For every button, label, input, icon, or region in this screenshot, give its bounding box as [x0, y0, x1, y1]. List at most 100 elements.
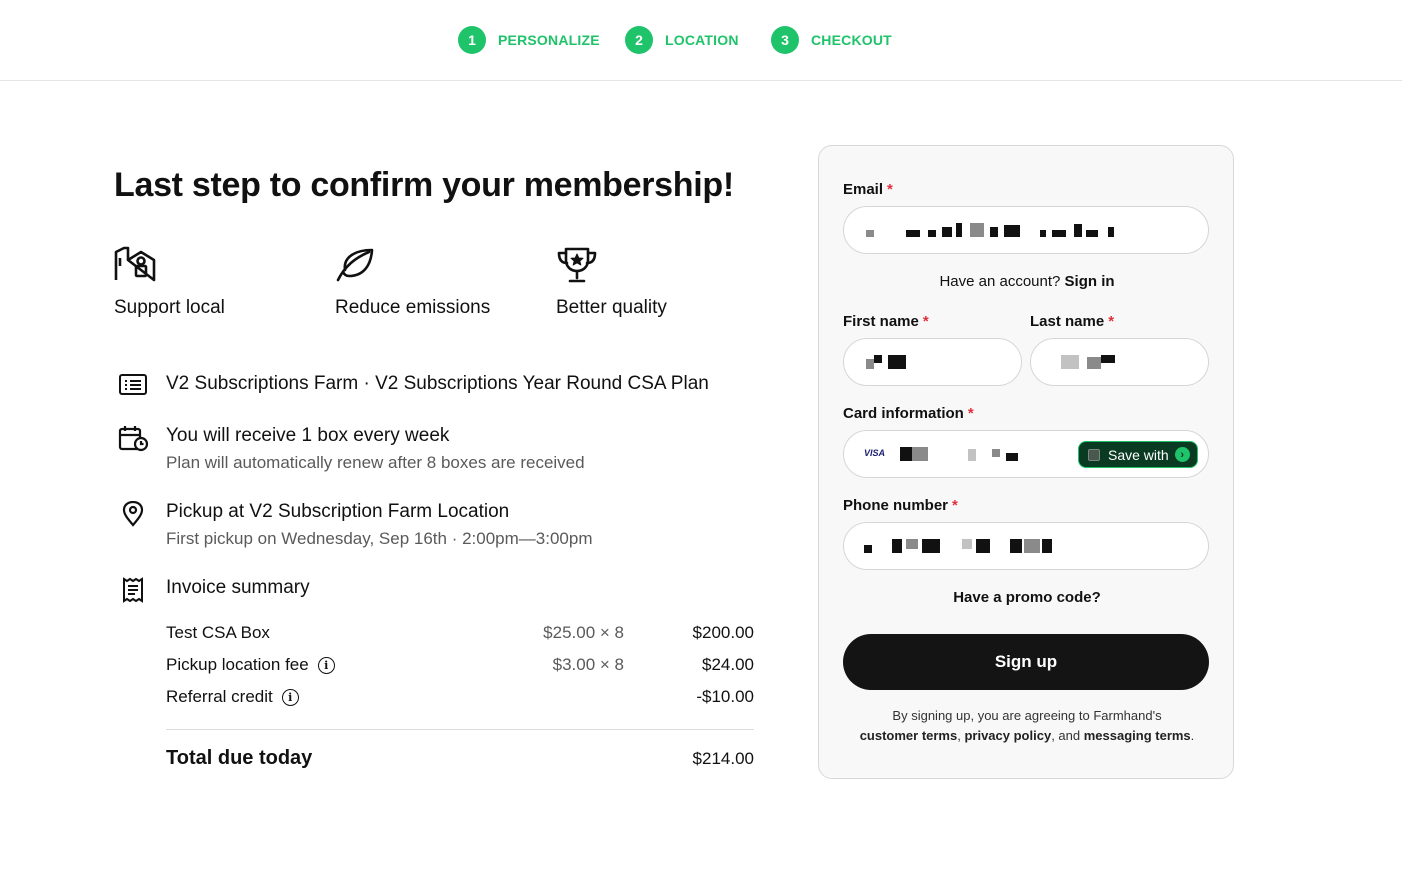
step-location[interactable]: 2 LOCATION: [625, 26, 739, 54]
redacted-text: [1052, 230, 1066, 237]
required-mark: *: [952, 497, 958, 514]
redacted-text: [976, 539, 990, 553]
link-arrow-icon: ›: [1174, 447, 1190, 462]
step-checkout[interactable]: 3 CHECKOUT: [771, 26, 892, 54]
invoice-item-qty: $3.00 × 8: [552, 655, 624, 674]
have-account-label: Have an account?: [939, 273, 1061, 290]
invoice-title: Invoice summary: [166, 577, 310, 598]
receipt-icon: [123, 577, 143, 603]
email-label: Email *: [843, 181, 893, 198]
list-icon: [119, 374, 147, 395]
redacted-text: [874, 355, 882, 363]
invoice-item-name: Test CSA Box: [166, 623, 270, 643]
last-name-label: Last name *: [1030, 313, 1114, 330]
legal-text: By signing up, you are agreeing to Farmh…: [859, 708, 1195, 743]
redacted-text: [1006, 453, 1018, 461]
messaging-terms-link[interactable]: messaging terms: [1084, 728, 1191, 743]
redacted-text: [970, 223, 984, 237]
card-field[interactable]: VISA Save with ›: [843, 430, 1209, 478]
sign-in-link[interactable]: Sign in: [1065, 273, 1115, 290]
redacted-text: [1108, 227, 1114, 237]
invoice-item-total: -$10.00: [696, 687, 754, 706]
redacted-text: [968, 449, 976, 461]
step-label: LOCATION: [665, 32, 739, 48]
location-pin-icon: [122, 501, 144, 527]
calendar-clock-icon: [118, 426, 149, 452]
benefit-support-local: Support local: [114, 246, 225, 319]
redacted-text: [888, 355, 906, 369]
redacted-text: [990, 227, 998, 237]
redacted-text: [962, 539, 972, 549]
required-mark: *: [887, 181, 893, 198]
info-icon[interactable]: i: [281, 688, 299, 706]
first-name-label: First name *: [843, 313, 929, 330]
invoice-item-label: Pickup location fee: [166, 655, 309, 674]
invoice-line: Test CSA Box $25.00 × 8 $200.00: [166, 623, 754, 647]
redacted-text: [1086, 230, 1098, 237]
total-due-value: $214.00: [692, 749, 754, 768]
step-label: PERSONALIZE: [498, 32, 600, 48]
info-icon[interactable]: i: [317, 656, 335, 674]
save-with-label: Save with: [1108, 446, 1169, 463]
customer-terms-link[interactable]: customer terms: [860, 728, 958, 743]
redacted-text: [1074, 224, 1082, 237]
redacted-text: [892, 539, 902, 553]
redacted-text: [1024, 539, 1040, 553]
first-name-field[interactable]: [843, 338, 1022, 386]
redacted-text: [866, 230, 874, 237]
benefit-label: Better quality: [556, 297, 667, 318]
pickup-title: Pickup at V2 Subscription Farm Location: [166, 501, 510, 522]
redacted-text: [906, 230, 920, 237]
redacted-text: [992, 449, 1000, 457]
step-number: 2: [625, 26, 653, 54]
last-name-field[interactable]: [1030, 338, 1209, 386]
signup-card: Email * Have an account? Sign in First na…: [818, 145, 1234, 779]
invoice-item-label: Referral credit: [166, 687, 273, 706]
step-label: CHECKOUT: [811, 32, 892, 48]
trophy-icon: [557, 247, 597, 283]
redacted-text: [1040, 230, 1046, 237]
step-personalize[interactable]: 1 PERSONALIZE: [458, 26, 600, 54]
schedule-subtitle: Plan will automatically renew after 8 bo…: [166, 453, 585, 472]
legal-intro: By signing up, you are agreeing to Farmh…: [892, 708, 1162, 723]
total-due-label: Total due today: [166, 747, 313, 769]
card-label: Card information *: [843, 405, 974, 422]
required-mark: *: [1108, 313, 1115, 330]
redacted-text: [942, 227, 952, 237]
benefit-better-quality: Better quality: [556, 246, 667, 319]
redacted-text: [922, 539, 940, 553]
redacted-text: [1010, 539, 1022, 553]
save-with-link-button[interactable]: Save with ›: [1078, 441, 1198, 468]
phone-field[interactable]: [843, 522, 1209, 570]
redacted-text: [900, 447, 912, 461]
privacy-policy-link[interactable]: privacy policy: [964, 728, 1051, 743]
visa-icon: VISA: [864, 448, 886, 458]
sign-up-button[interactable]: Sign up: [843, 634, 1209, 690]
benefit-label: Support local: [114, 297, 225, 318]
step-number: 1: [458, 26, 486, 54]
phone-label: Phone number *: [843, 497, 958, 514]
redacted-text: [1087, 357, 1101, 369]
required-mark: *: [967, 405, 974, 422]
redacted-text: [1004, 225, 1020, 237]
first-name-label-text: First name: [843, 313, 919, 330]
promo-code-link[interactable]: Have a promo code?: [819, 589, 1235, 606]
page-title: Last step to confirm your membership!: [114, 166, 734, 204]
plan-title: V2 Subscriptions Farm · V2 Subscriptions…: [166, 373, 709, 394]
invoice-divider: [166, 729, 754, 730]
save-checkbox[interactable]: [1088, 448, 1100, 461]
benefit-label: Reduce emissions: [335, 297, 491, 318]
required-mark: *: [922, 313, 929, 330]
email-field[interactable]: [843, 206, 1209, 254]
redacted-text: [928, 230, 936, 237]
redacted-text: [906, 539, 918, 549]
benefit-reduce-emissions: Reduce emissions: [335, 246, 490, 319]
card-label-text: Card information: [843, 405, 964, 422]
invoice-item-name: Pickup location fee i: [166, 655, 335, 675]
legal-and: , and: [1051, 728, 1081, 743]
email-label-text: Email: [843, 181, 884, 198]
redacted-text: [1061, 355, 1079, 369]
last-name-label-text: Last name: [1030, 313, 1105, 330]
invoice-line: Pickup location fee i $3.00 × 8 $24.00: [166, 655, 754, 679]
leaf-icon: [336, 248, 374, 282]
